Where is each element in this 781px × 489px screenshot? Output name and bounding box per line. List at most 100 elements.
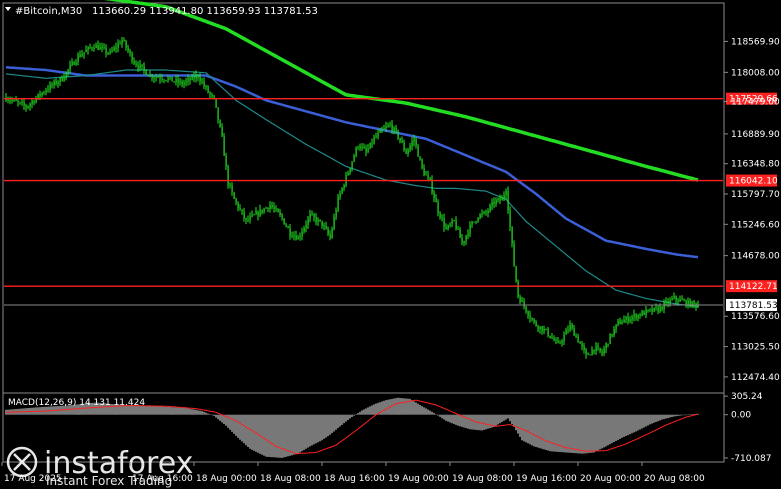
candle-body bbox=[33, 101, 35, 103]
macd-histogram-bar bbox=[675, 414, 677, 417]
candle-body bbox=[457, 228, 459, 230]
candle-body bbox=[191, 75, 193, 81]
candle-body bbox=[71, 62, 73, 65]
macd-histogram-bar bbox=[405, 398, 407, 415]
macd-histogram-bar bbox=[655, 414, 657, 422]
candle-body bbox=[369, 142, 371, 149]
macd-histogram-bar bbox=[297, 414, 299, 454]
candle-body bbox=[383, 128, 385, 130]
candle-body bbox=[491, 202, 493, 206]
time-tick-label: 18 Aug 00:00 bbox=[196, 474, 257, 484]
candle-body bbox=[55, 81, 57, 84]
macd-histogram-bar bbox=[505, 414, 507, 420]
candle-body bbox=[403, 142, 405, 150]
candle-body bbox=[79, 54, 81, 57]
candle-body bbox=[217, 107, 219, 121]
candle-body bbox=[223, 136, 225, 156]
macd-histogram-bar bbox=[607, 414, 609, 446]
candle-body bbox=[151, 74, 153, 79]
macd-histogram-bar bbox=[177, 407, 179, 415]
macd-histogram-bar bbox=[301, 414, 303, 452]
macd-histogram-bar bbox=[473, 414, 475, 430]
candle-body bbox=[691, 301, 693, 307]
candle-body bbox=[557, 340, 559, 343]
macd-label: MACD(12,26,9) 14.131 11.424 bbox=[8, 398, 145, 408]
macd-histogram-bar bbox=[525, 414, 527, 443]
macd-histogram-bar bbox=[615, 414, 617, 441]
candle-body bbox=[673, 296, 675, 299]
candle-body bbox=[59, 77, 61, 83]
candle-body bbox=[149, 74, 151, 77]
candle-body bbox=[189, 78, 191, 81]
candle-body bbox=[483, 211, 485, 214]
macd-histogram-bar bbox=[235, 414, 237, 436]
candle-body bbox=[115, 47, 117, 49]
macd-histogram-bar bbox=[543, 414, 545, 450]
candle-body bbox=[533, 319, 535, 322]
macd-histogram-bar bbox=[219, 414, 221, 421]
candle-body bbox=[69, 65, 71, 70]
macd-histogram-bar bbox=[205, 412, 207, 415]
macd-histogram-bar bbox=[691, 414, 693, 415]
time-tick-label: 19 Aug 00:00 bbox=[388, 474, 449, 484]
candle-body bbox=[669, 299, 671, 304]
macd-histogram-bar bbox=[155, 406, 157, 415]
candle-body bbox=[265, 207, 267, 209]
candle-body bbox=[135, 63, 137, 66]
macd-histogram-bar bbox=[163, 406, 165, 415]
macd-histogram-bar bbox=[295, 414, 297, 455]
candle-body bbox=[599, 348, 601, 352]
candle-body bbox=[641, 311, 643, 316]
candle-body bbox=[183, 82, 185, 85]
macd-histogram-bar bbox=[197, 410, 199, 415]
candle-body bbox=[547, 328, 549, 336]
candle-body bbox=[505, 191, 507, 196]
candle-body bbox=[469, 224, 471, 234]
macd-histogram-bar bbox=[483, 414, 485, 430]
candle-body bbox=[73, 62, 75, 65]
macd-histogram-bar bbox=[551, 414, 553, 452]
candle-body bbox=[205, 86, 207, 87]
macd-histogram-bar bbox=[259, 414, 261, 454]
macd-histogram-bar bbox=[547, 414, 549, 451]
price-tick-label: 115246.60 bbox=[731, 220, 780, 230]
macd-histogram-bar bbox=[189, 408, 191, 415]
macd-histogram-bar bbox=[175, 407, 177, 415]
macd-histogram-bar bbox=[371, 405, 373, 415]
candle-body bbox=[625, 317, 627, 321]
macd-histogram-bar bbox=[337, 414, 339, 429]
price-tick-label: 118569.90 bbox=[731, 37, 780, 47]
candle-body bbox=[101, 47, 103, 48]
macd-histogram-bar bbox=[265, 414, 267, 457]
candle-body bbox=[201, 81, 203, 83]
candle-body bbox=[77, 54, 79, 62]
candle-body bbox=[127, 47, 129, 51]
candle-body bbox=[515, 266, 517, 281]
candle-body bbox=[53, 81, 55, 85]
macd-histogram-bar bbox=[685, 414, 687, 416]
macd-histogram-bar bbox=[383, 400, 385, 415]
candle-body bbox=[39, 93, 41, 96]
candle-body bbox=[299, 236, 301, 237]
candle-body bbox=[337, 196, 339, 211]
macd-histogram-bar bbox=[217, 414, 219, 420]
macd-histogram-bar bbox=[267, 414, 269, 457]
candle-body bbox=[647, 309, 649, 311]
macd-histogram-bar bbox=[355, 414, 357, 415]
candle-body bbox=[645, 309, 647, 315]
macd-histogram-bar bbox=[523, 414, 525, 442]
macd-histogram-bar bbox=[457, 414, 459, 426]
macd-histogram-bar bbox=[245, 414, 247, 446]
macd-histogram-bar bbox=[449, 414, 451, 423]
candle-body bbox=[477, 218, 479, 222]
candle-body bbox=[61, 77, 63, 81]
macd-histogram-bar bbox=[433, 412, 435, 415]
macd-histogram-bar bbox=[299, 414, 301, 453]
candle-body bbox=[75, 62, 77, 65]
macd-histogram-bar bbox=[559, 414, 561, 452]
candle-body bbox=[479, 214, 481, 219]
candle-body bbox=[597, 346, 599, 348]
macd-histogram-bar bbox=[161, 406, 163, 415]
candle-body bbox=[429, 177, 431, 181]
candle-body bbox=[171, 76, 173, 82]
